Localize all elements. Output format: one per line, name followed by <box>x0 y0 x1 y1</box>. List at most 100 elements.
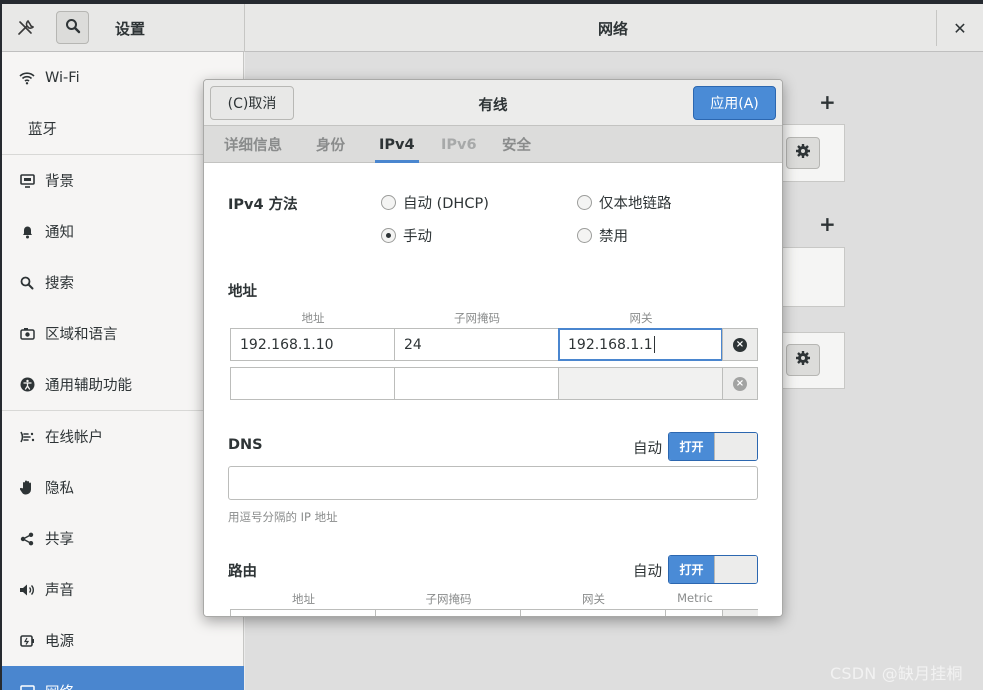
delete-route-button[interactable] <box>722 609 758 616</box>
clear-icon: × <box>733 376 747 391</box>
route-metric-field[interactable] <box>665 609 723 616</box>
header-bar: 设置 网络 ✕ <box>2 4 983 52</box>
address-field[interactable] <box>230 367 395 400</box>
camera-icon <box>15 327 39 340</box>
radio-label: 手动 <box>403 229 432 245</box>
tab-ipv4[interactable]: IPv4 <box>375 126 419 163</box>
sidebar-item-label: 网络 <box>45 681 74 690</box>
speaker-icon <box>15 583 39 597</box>
sidebar-item-label: 共享 <box>45 532 74 548</box>
sidebar-item-label: 搜索 <box>45 276 74 292</box>
radio-disabled[interactable]: 禁用 <box>577 225 628 246</box>
apply-button[interactable]: 应用(A) <box>693 86 776 120</box>
dns-auto-switch[interactable]: 打开 <box>668 432 758 461</box>
add-vpn-icon[interactable]: + <box>819 212 836 236</box>
sidebar-item-label: 隐私 <box>45 481 74 497</box>
sidebar-item-label: 背景 <box>45 174 74 190</box>
delete-address-button[interactable]: × <box>722 328 758 361</box>
dns-hint: 用逗号分隔的 IP 地址 <box>228 510 338 524</box>
address-section-title: 地址 <box>228 284 257 300</box>
sidebar-item-label: 通知 <box>45 225 74 241</box>
radio-label: 自动 (DHCP) <box>403 196 489 212</box>
gear-icon <box>795 143 811 163</box>
proxy-settings-button[interactable] <box>786 344 820 376</box>
route-col-address: 地址 <box>292 592 315 606</box>
dialog-header: (C)取消 有线 应用(A) <box>204 80 782 126</box>
sidebar-item-label: 声音 <box>45 583 74 599</box>
netmask-field[interactable] <box>394 367 559 400</box>
search-button[interactable] <box>56 11 89 44</box>
switch-on-label: 打开 <box>669 556 714 583</box>
switch-knob <box>714 556 757 583</box>
dialog-tabs: 详细信息 身份 IPv4 IPv6 安全 <box>204 126 782 163</box>
sidebar-item-network[interactable]: 网络 <box>2 666 244 690</box>
route-address-field[interactable] <box>230 609 376 616</box>
ipv4-method-label: IPv4 方法 <box>228 197 298 213</box>
radio-auto-dhcp[interactable]: 自动 (DHCP) <box>381 192 489 213</box>
route-col-gateway: 网关 <box>582 592 605 606</box>
wifi-icon <box>15 71 39 85</box>
gateway-field[interactable] <box>558 367 723 400</box>
radio-manual[interactable]: 手动 <box>381 225 432 246</box>
power-icon <box>15 634 39 648</box>
share-icon <box>15 532 39 546</box>
dns-section-title: DNS <box>228 437 263 453</box>
address-field[interactable]: 192.168.1.10 <box>230 328 395 361</box>
dns-servers-input[interactable] <box>228 466 758 500</box>
route-netmask-field[interactable] <box>375 609 521 616</box>
sidebar-title: 设置 <box>115 20 146 38</box>
close-divider <box>936 10 937 46</box>
tab-identity[interactable]: 身份 <box>316 126 345 163</box>
network-icon <box>15 684 39 690</box>
sidebar-item-power[interactable]: 电源 <box>2 615 244 666</box>
wired-connection-dialog: (C)取消 有线 应用(A) 详细信息 身份 IPv4 IPv6 安全 IPv4… <box>203 79 783 617</box>
radio-label: 仅本地链路 <box>599 196 672 212</box>
routes-auto-label: 自动 <box>633 564 662 580</box>
wired-settings-button[interactable] <box>786 137 820 169</box>
route-col-metric: Metric <box>677 591 713 605</box>
sidebar-item-label: 蓝牙 <box>28 122 57 138</box>
hand-icon <box>15 480 39 495</box>
text-cursor <box>653 336 655 353</box>
dns-auto-label: 自动 <box>633 441 662 457</box>
panel-title: 网络 <box>598 20 629 38</box>
tab-ipv6[interactable]: IPv6 <box>441 126 477 163</box>
header-divider <box>244 4 245 52</box>
radio-indicator <box>577 195 592 210</box>
delete-address-button[interactable]: × <box>722 367 758 400</box>
search-icon <box>65 18 81 38</box>
netmask-value: 24 <box>404 336 422 353</box>
vpn-card <box>782 247 845 307</box>
col-header-address: 地址 <box>301 311 325 325</box>
switch-knob <box>714 433 757 460</box>
col-header-gateway: 网关 <box>629 311 653 325</box>
radio-link-local[interactable]: 仅本地链路 <box>577 192 672 213</box>
close-button[interactable]: ✕ <box>946 14 974 42</box>
close-icon: ✕ <box>953 18 967 38</box>
radio-label: 禁用 <box>599 229 628 245</box>
switch-on-label: 打开 <box>669 433 714 460</box>
radio-indicator <box>381 195 396 210</box>
route-gateway-field[interactable] <box>520 609 666 616</box>
tab-details[interactable]: 详细信息 <box>224 126 282 163</box>
col-header-netmask: 子网掩码 <box>454 311 500 325</box>
address-value: 192.168.1.10 <box>240 336 334 353</box>
radio-indicator-selected <box>381 228 396 243</box>
gateway-value: 192.168.1.1 <box>568 336 653 353</box>
tab-security[interactable]: 安全 <box>502 126 531 163</box>
add-connection-icon[interactable]: + <box>819 90 836 114</box>
sidebar-item-label: Wi-Fi <box>45 69 80 86</box>
accessibility-icon <box>15 377 39 392</box>
route-col-netmask: 子网掩码 <box>425 592 472 606</box>
routes-auto-switch[interactable]: 打开 <box>668 555 758 584</box>
gateway-field[interactable]: 192.168.1.1 <box>558 328 723 361</box>
netmask-field[interactable]: 24 <box>394 328 559 361</box>
clear-icon: × <box>733 337 747 352</box>
sidebar-item-label: 区域和语言 <box>45 327 118 343</box>
sidebar-item-label: 在线帐户 <box>45 430 103 446</box>
radio-indicator <box>577 228 592 243</box>
routes-section-title: 路由 <box>228 564 257 580</box>
bell-icon <box>15 225 39 239</box>
background-icon <box>15 173 39 188</box>
search-icon <box>15 276 39 290</box>
